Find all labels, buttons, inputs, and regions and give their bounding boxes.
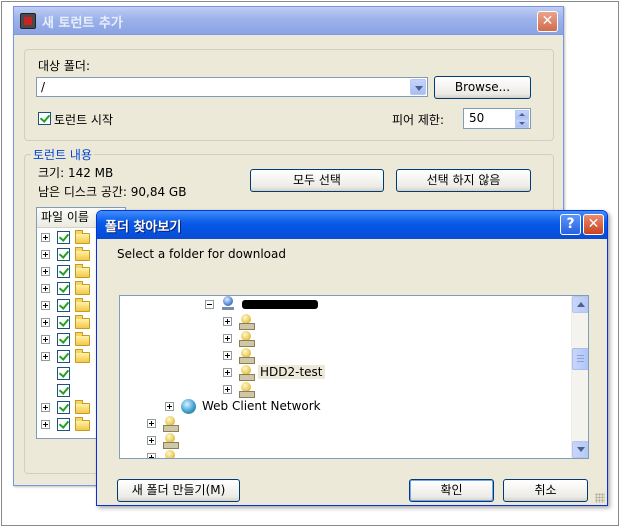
- plus-box-icon[interactable]: [41, 335, 50, 344]
- plus-box-icon[interactable]: [165, 402, 174, 411]
- folder-tree[interactable]: HDD2-test Web Client Network: [119, 295, 589, 459]
- app-icon: [20, 13, 36, 29]
- file-checkbox[interactable]: [57, 282, 70, 295]
- file-checkbox[interactable]: [57, 350, 70, 363]
- plus-box-icon[interactable]: [41, 301, 50, 310]
- peer-limit-label: 피어 제한:: [392, 113, 445, 127]
- help-button[interactable]: ?: [560, 214, 581, 235]
- plus-box-icon[interactable]: [41, 352, 50, 361]
- file-checkbox[interactable]: [57, 418, 70, 431]
- window-title: 새 토런트 추가: [42, 16, 123, 31]
- ok-button[interactable]: 확인: [409, 479, 494, 502]
- tree-node-selected[interactable]: HDD2-test: [223, 364, 325, 381]
- chevron-down-icon[interactable]: [410, 79, 426, 95]
- file-checkbox[interactable]: [57, 231, 70, 244]
- target-folder-label: 대상 폴더:: [38, 59, 91, 73]
- folder-icon: [75, 400, 90, 414]
- scroll-thumb[interactable]: [572, 348, 588, 370]
- network-globe-icon: [181, 399, 196, 414]
- plus-box-icon[interactable]: [41, 233, 50, 242]
- folder-icon: [75, 417, 90, 431]
- plus-box-icon[interactable]: [147, 436, 156, 445]
- scroll-down-icon[interactable]: [572, 441, 588, 458]
- drive-icon: [163, 416, 179, 432]
- plus-box-icon[interactable]: [41, 420, 50, 429]
- plus-box-icon[interactable]: [147, 419, 156, 428]
- plus-box-icon[interactable]: [223, 317, 232, 326]
- target-folder-value: /: [41, 80, 46, 94]
- redacted-name: [242, 300, 318, 309]
- drive-icon: [239, 348, 255, 364]
- torrent-size: 크기: 142 MB: [38, 166, 114, 180]
- browse-dialog-titlebar[interactable]: 폴더 찾아보기 ? ✕: [97, 211, 607, 239]
- select-none-button[interactable]: 선택 하지 않음: [396, 169, 531, 192]
- minus-box-icon[interactable]: [205, 300, 214, 309]
- cancel-button[interactable]: 취소: [503, 479, 588, 502]
- drive-icon: [239, 331, 255, 347]
- network-node-label[interactable]: Web Client Network: [202, 399, 321, 413]
- folder-icon: [75, 315, 90, 329]
- resize-grip-icon[interactable]: [595, 493, 605, 503]
- drive-icon: [239, 382, 255, 398]
- plus-box-icon[interactable]: [223, 368, 232, 377]
- folder-icon: [75, 281, 90, 295]
- scroll-up-icon[interactable]: [572, 296, 588, 313]
- drive-icon: [163, 450, 177, 458]
- start-torrent-label[interactable]: 토런트 시작: [54, 111, 113, 128]
- selected-folder-label[interactable]: HDD2-test: [258, 365, 325, 379]
- plus-box-icon[interactable]: [223, 351, 232, 360]
- spin-up-icon[interactable]: [515, 110, 529, 119]
- file-checkbox[interactable]: [57, 248, 70, 261]
- torrent-contents-legend: 토런트 내용: [33, 148, 93, 162]
- start-torrent-checkbox[interactable]: [38, 112, 51, 125]
- plus-box-icon[interactable]: [41, 284, 50, 293]
- plus-box-icon[interactable]: [223, 385, 232, 394]
- free-disk-space: 남은 디스크 공간: 90,84 GB: [38, 185, 187, 199]
- plus-box-icon[interactable]: [41, 403, 50, 412]
- new-folder-button[interactable]: 새 폴더 만들기(M): [117, 479, 240, 502]
- peer-limit-spinbox[interactable]: 50: [463, 108, 531, 129]
- file-checkbox[interactable]: [57, 384, 70, 397]
- folder-icon: [75, 247, 90, 261]
- plus-box-icon[interactable]: [41, 267, 50, 276]
- file-checkbox[interactable]: [57, 316, 70, 329]
- spin-down-icon[interactable]: [515, 119, 529, 128]
- computer-icon: [221, 296, 235, 311]
- plus-box-icon[interactable]: [41, 318, 50, 327]
- file-checkbox[interactable]: [57, 265, 70, 278]
- file-checkbox[interactable]: [57, 367, 70, 380]
- browse-button[interactable]: Browse...: [434, 76, 531, 99]
- file-checkbox[interactable]: [57, 333, 70, 346]
- folder-icon: [75, 349, 90, 363]
- drive-icon: [239, 365, 255, 381]
- plus-box-icon[interactable]: [147, 453, 156, 458]
- folder-icon: [75, 332, 90, 346]
- folder-icon: [75, 230, 90, 244]
- close-button[interactable]: ✕: [583, 214, 604, 235]
- browse-folder-dialog: 폴더 찾아보기 ? ✕ Select a folder for download…: [96, 210, 608, 506]
- plus-box-icon[interactable]: [41, 250, 50, 259]
- file-checkbox[interactable]: [57, 401, 70, 414]
- plus-box-icon[interactable]: [223, 334, 232, 343]
- browse-prompt: Select a folder for download: [117, 247, 286, 261]
- close-button[interactable]: ✕: [537, 11, 558, 32]
- folder-icon: [75, 264, 90, 278]
- tree-vertical-scrollbar[interactable]: [571, 296, 588, 458]
- peer-limit-value: 50: [469, 111, 485, 125]
- drive-icon: [239, 314, 255, 330]
- add-torrent-titlebar[interactable]: 새 토런트 추가 ✕: [14, 7, 563, 35]
- file-checkbox[interactable]: [57, 299, 70, 312]
- select-all-button[interactable]: 모두 선택: [250, 169, 384, 192]
- target-folder-combobox[interactable]: /: [36, 77, 428, 97]
- tree-node[interactable]: Web Client Network: [165, 398, 365, 415]
- browse-dialog-title: 폴더 찾아보기: [105, 220, 182, 235]
- folder-icon: [75, 298, 90, 312]
- drive-icon: [163, 433, 179, 449]
